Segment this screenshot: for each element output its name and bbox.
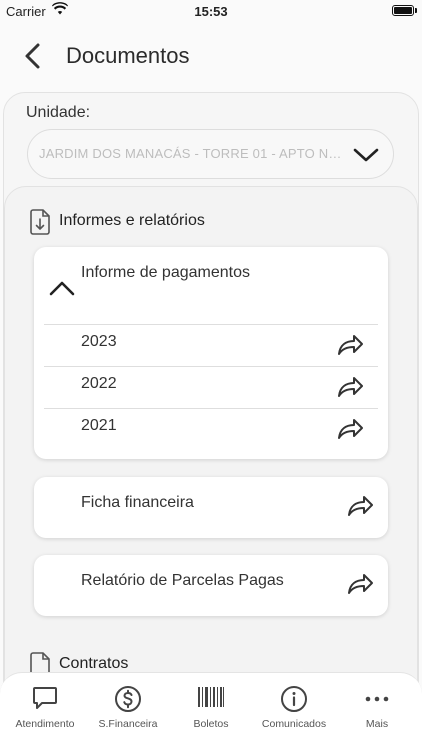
unidade-select[interactable]: JARDIM DOS MANACÁS - TORRE 01 - APTO Nº.… <box>27 129 394 179</box>
ficha-financeira-item[interactable]: Ficha financeira <box>34 477 388 538</box>
share-forward-icon[interactable] <box>336 333 364 362</box>
tab-label: Boletos <box>193 718 229 730</box>
tab-boletos[interactable]: Boletos <box>169 673 253 750</box>
chevron-down-icon <box>353 143 379 170</box>
section-informes-title: Informes e relatórios <box>59 212 205 229</box>
unidade-label: Unidade: <box>26 104 91 121</box>
relatorio-parcelas-item[interactable]: Relatório de Parcelas Pagas <box>34 555 388 616</box>
tab-label: Mais <box>365 718 389 730</box>
share-forward-icon[interactable] <box>336 417 364 446</box>
year-label: 2022 <box>81 375 117 392</box>
tab-comunicados[interactable]: Comunicados <box>252 673 336 750</box>
tab-label: S.Financeira <box>98 718 158 730</box>
relatorio-parcelas-label: Relatório de Parcelas Pagas <box>81 572 284 589</box>
clock: 15:53 <box>194 4 228 19</box>
status-bar: Carrier 15:53 <box>0 0 422 22</box>
more-dots-icon <box>335 685 419 713</box>
barcode-icon <box>169 685 253 713</box>
ficha-financeira-label: Ficha financeira <box>81 494 194 511</box>
back-chevron-icon[interactable] <box>20 42 46 70</box>
tab-atendimento[interactable]: Atendimento <box>3 673 87 750</box>
info-circle-icon <box>252 685 336 713</box>
section-contratos-title: Contratos <box>59 655 129 672</box>
year-label: 2021 <box>81 417 117 434</box>
tab-label: Atendimento <box>15 718 75 730</box>
year-row-2023[interactable]: 2023 <box>44 324 378 366</box>
bottom-tab-bar: Atendimento S.Financeira Boletos Comunic… <box>0 672 422 750</box>
chevron-up-icon[interactable] <box>48 279 76 302</box>
chat-icon <box>3 685 87 713</box>
informe-pagamentos-accordion: Informe de pagamentos 2023 2022 2021 <box>34 247 388 459</box>
accordion-title[interactable]: Informe de pagamentos <box>81 264 250 282</box>
tab-mais[interactable]: Mais <box>335 673 419 750</box>
page-title: Documentos <box>66 43 190 68</box>
share-forward-icon[interactable] <box>336 375 364 404</box>
tab-sfinanceira[interactable]: S.Financeira <box>86 673 170 750</box>
dollar-circle-icon <box>86 685 170 713</box>
share-forward-icon[interactable] <box>346 494 374 523</box>
file-download-icon <box>30 209 51 240</box>
share-forward-icon[interactable] <box>346 572 374 601</box>
battery-icon <box>392 5 417 16</box>
year-label: 2023 <box>81 333 117 350</box>
unidade-selected-value: JARDIM DOS MANACÁS - TORRE 01 - APTO Nº.… <box>39 146 344 161</box>
year-row-2021[interactable]: 2021 <box>44 408 378 450</box>
year-row-2022[interactable]: 2022 <box>44 366 378 408</box>
nav-header: Documentos <box>0 22 422 90</box>
tab-label: Comunicados <box>261 718 327 730</box>
